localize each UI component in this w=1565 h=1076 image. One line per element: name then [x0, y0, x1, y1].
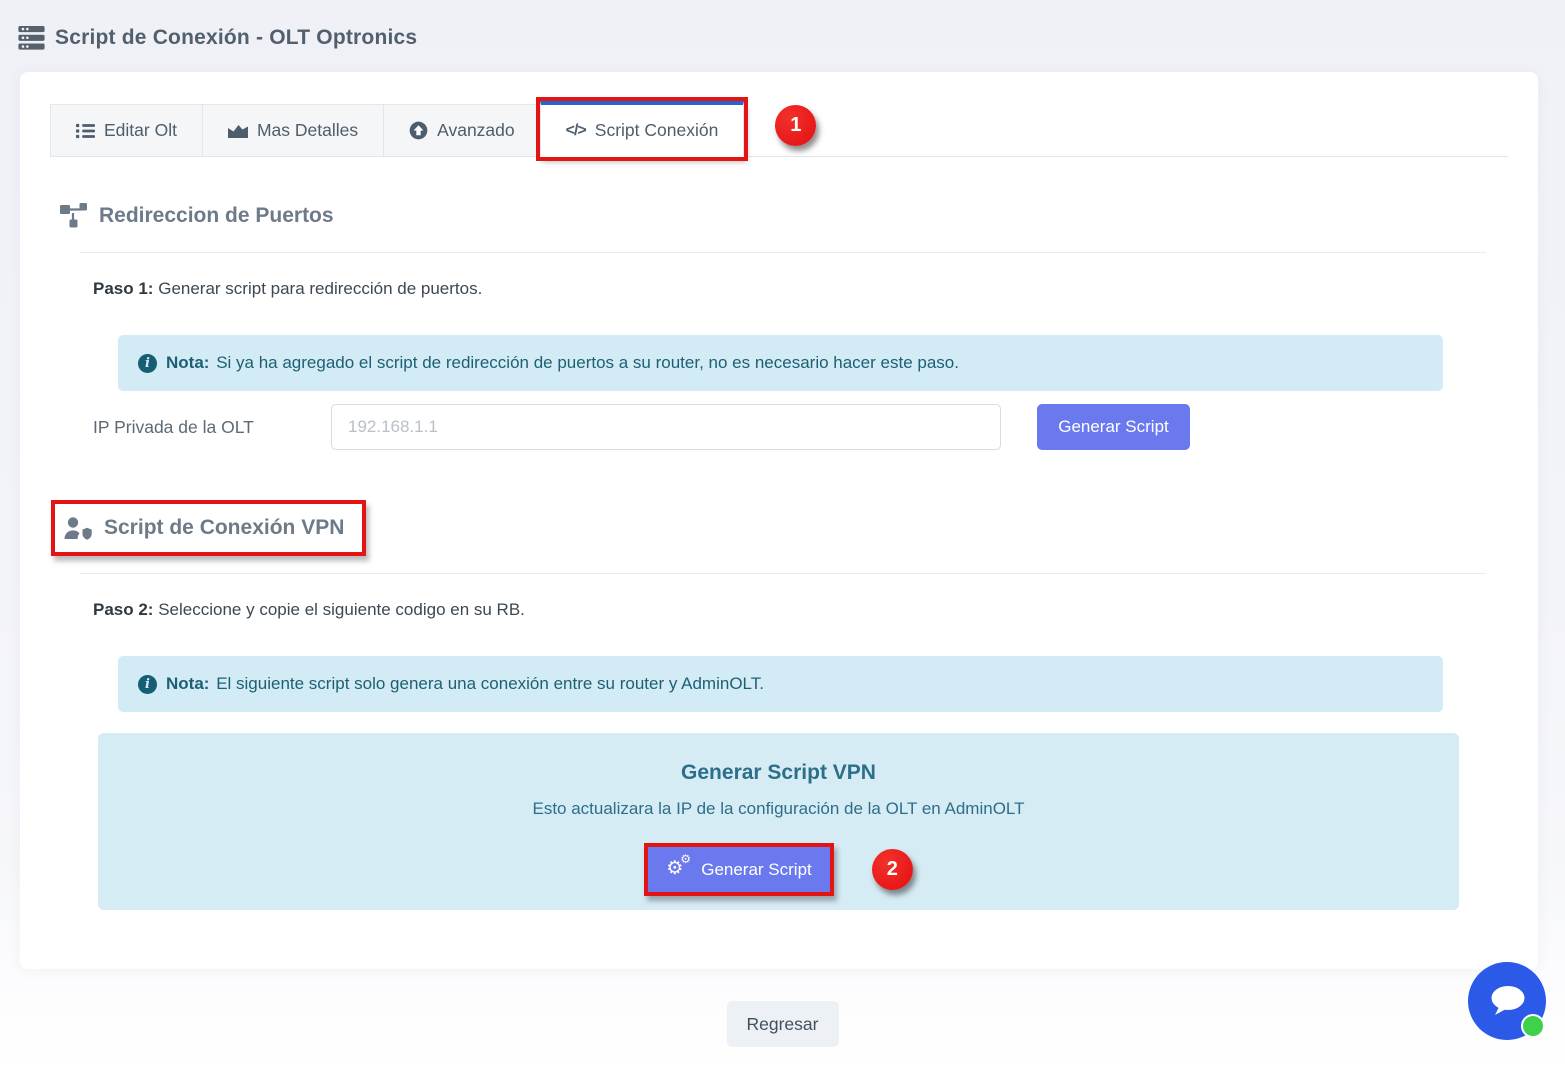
- ip-label: IP Privada de la OLT: [93, 417, 331, 438]
- network-diagram-icon: [60, 203, 87, 228]
- server-icon: [18, 26, 45, 50]
- chart-area-icon: [228, 123, 248, 139]
- annotation-badge-1: 1: [775, 105, 816, 146]
- tab-editar-olt[interactable]: Editar Olt: [50, 104, 203, 156]
- step-1-text: Paso 1: Generar script para redirección …: [93, 279, 1508, 299]
- vpn-panel-subtitle: Esto actualizara la IP de la configuraci…: [98, 799, 1459, 819]
- ip-input[interactable]: [331, 404, 1001, 450]
- vpn-section-heading: Script de Conexión VPN: [51, 500, 366, 556]
- info-circle-icon: i: [138, 675, 157, 694]
- chat-launcher-button[interactable]: [1468, 962, 1546, 1040]
- tab-mas-detalles[interactable]: Mas Detalles: [202, 104, 384, 156]
- tab-label: Avanzado: [437, 120, 515, 141]
- vpn-panel: Generar Script VPN Esto actualizara la I…: [98, 733, 1459, 910]
- note-text: Nota: Si ya ha agregado el script de red…: [166, 353, 959, 373]
- list-icon: [76, 123, 95, 139]
- chat-bubble-icon: [1487, 983, 1527, 1019]
- tab-label: Script Conexión: [595, 120, 719, 141]
- tab-avanzado[interactable]: Avanzado: [383, 104, 541, 156]
- gears-icon: ⚙⚙: [666, 860, 692, 880]
- footer: Regresar: [0, 1001, 1565, 1047]
- ip-row: IP Privada de la OLT Generar Script: [93, 404, 1508, 450]
- section-title: Redireccion de Puertos: [99, 204, 334, 228]
- section-title: Script de Conexión VPN: [104, 516, 344, 540]
- tab-label: Editar Olt: [104, 120, 177, 141]
- annotation-badge-2: 2: [872, 849, 913, 890]
- generate-port-script-button[interactable]: Generar Script: [1037, 404, 1190, 450]
- code-icon: </>: [566, 122, 586, 140]
- divider: [80, 573, 1486, 574]
- port-note: i Nota: Si ya ha agregado el script de r…: [118, 335, 1443, 391]
- main-card: Editar Olt Mas Detalles Avanzado </> Scr…: [20, 72, 1538, 969]
- page-title: Script de Conexión - OLT Optronics: [55, 26, 417, 50]
- vpn-panel-button-row: ⚙⚙ Generar Script 2: [98, 843, 1459, 896]
- page-header: Script de Conexión - OLT Optronics: [0, 0, 1565, 50]
- step-2-text: Paso 2: Seleccione y copie el siguiente …: [93, 600, 1508, 620]
- arrow-circle-up-icon: [409, 121, 428, 140]
- tab-label: Mas Detalles: [257, 120, 358, 141]
- port-section-heading: Redireccion de Puertos: [60, 203, 1508, 228]
- generate-vpn-script-button[interactable]: ⚙⚙ Generar Script: [648, 847, 830, 892]
- tab-script-conexion[interactable]: </> Script Conexión: [540, 101, 745, 157]
- online-status-dot: [1521, 1014, 1545, 1038]
- vpn-panel-title: Generar Script VPN: [98, 761, 1459, 785]
- vpn-note: i Nota: El siguiente script solo genera …: [118, 656, 1443, 712]
- divider: [80, 252, 1486, 253]
- annotation-box-2: ⚙⚙ Generar Script: [644, 843, 834, 896]
- user-shield-icon: [63, 517, 92, 540]
- tab-bar: Editar Olt Mas Detalles Avanzado </> Scr…: [50, 101, 1508, 157]
- back-button[interactable]: Regresar: [727, 1001, 839, 1047]
- note-text: Nota: El siguiente script solo genera un…: [166, 674, 764, 694]
- info-circle-icon: i: [138, 354, 157, 373]
